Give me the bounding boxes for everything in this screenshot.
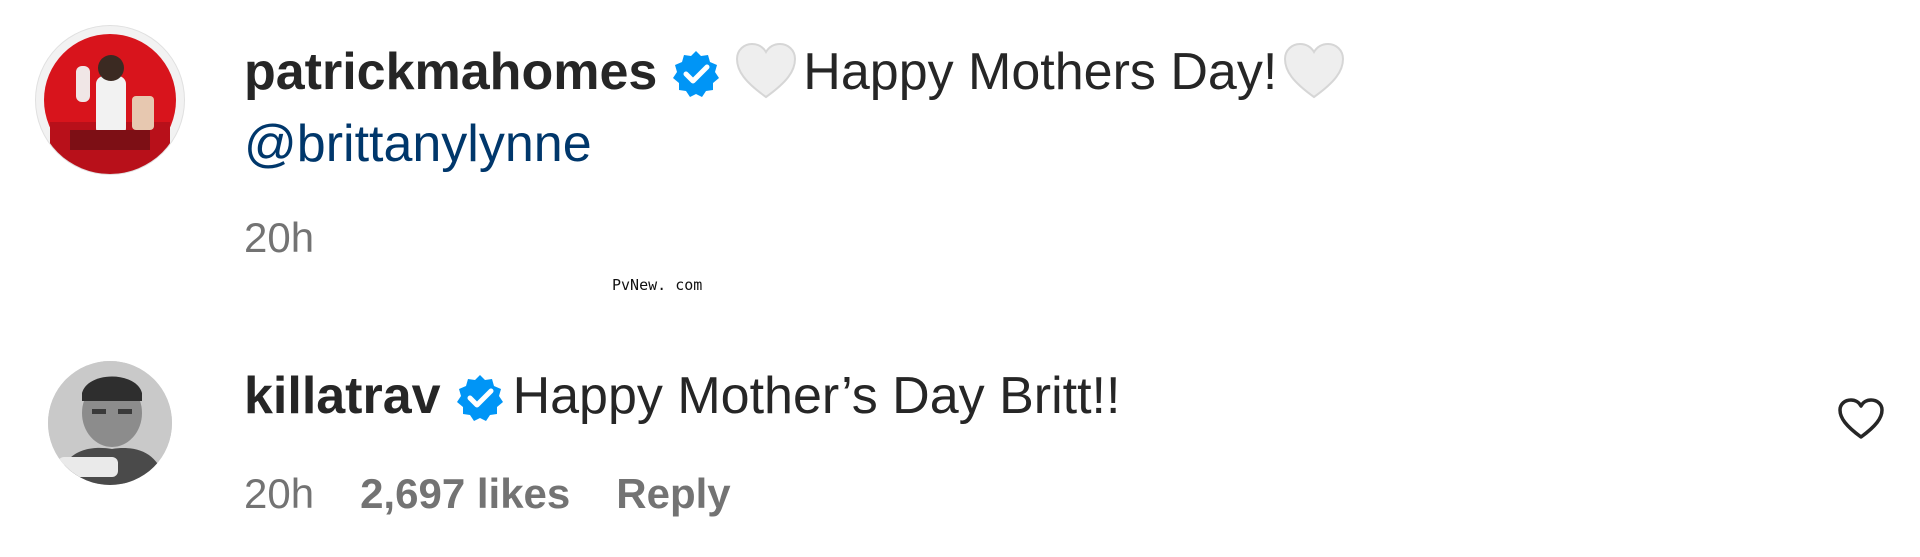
comment-text: Happy Mothers Day! (803, 43, 1278, 101)
heart-outline-icon[interactable] (1838, 398, 1884, 440)
verified-badge-icon (671, 46, 721, 98)
comment-meta: 20h 2,697 likes Reply (244, 470, 777, 518)
comment-meta: 20h (244, 214, 360, 262)
comment-username[interactable]: killatrav (244, 367, 441, 425)
avatar-image (44, 34, 176, 174)
verified-badge-icon (455, 370, 505, 422)
likes-count[interactable]: 2,697 likes (360, 470, 570, 517)
mention-link[interactable]: @brittanylynne (244, 115, 592, 173)
avatar[interactable] (36, 26, 184, 174)
comment-body: patrickmahomes Happy Mothers Day! @britta… (244, 36, 1351, 180)
comment-timestamp[interactable]: 20h (244, 214, 314, 261)
white-heart-emoji (1283, 42, 1345, 100)
comment-timestamp[interactable]: 20h (244, 470, 314, 517)
white-heart-emoji (735, 42, 797, 100)
avatar-image (48, 361, 172, 485)
comment-body: killatrav Happy Mother’s Day Britt!! (244, 360, 1120, 432)
avatar[interactable] (48, 361, 172, 485)
comment-text: Happy Mother’s Day Britt!! (512, 367, 1121, 425)
comment-username[interactable]: patrickmahomes (244, 43, 657, 101)
watermark: PvNew. com (612, 276, 703, 294)
reply-button[interactable]: Reply (616, 470, 730, 517)
comment: patrickmahomes Happy Mothers Day! @britta… (0, 0, 1920, 300)
